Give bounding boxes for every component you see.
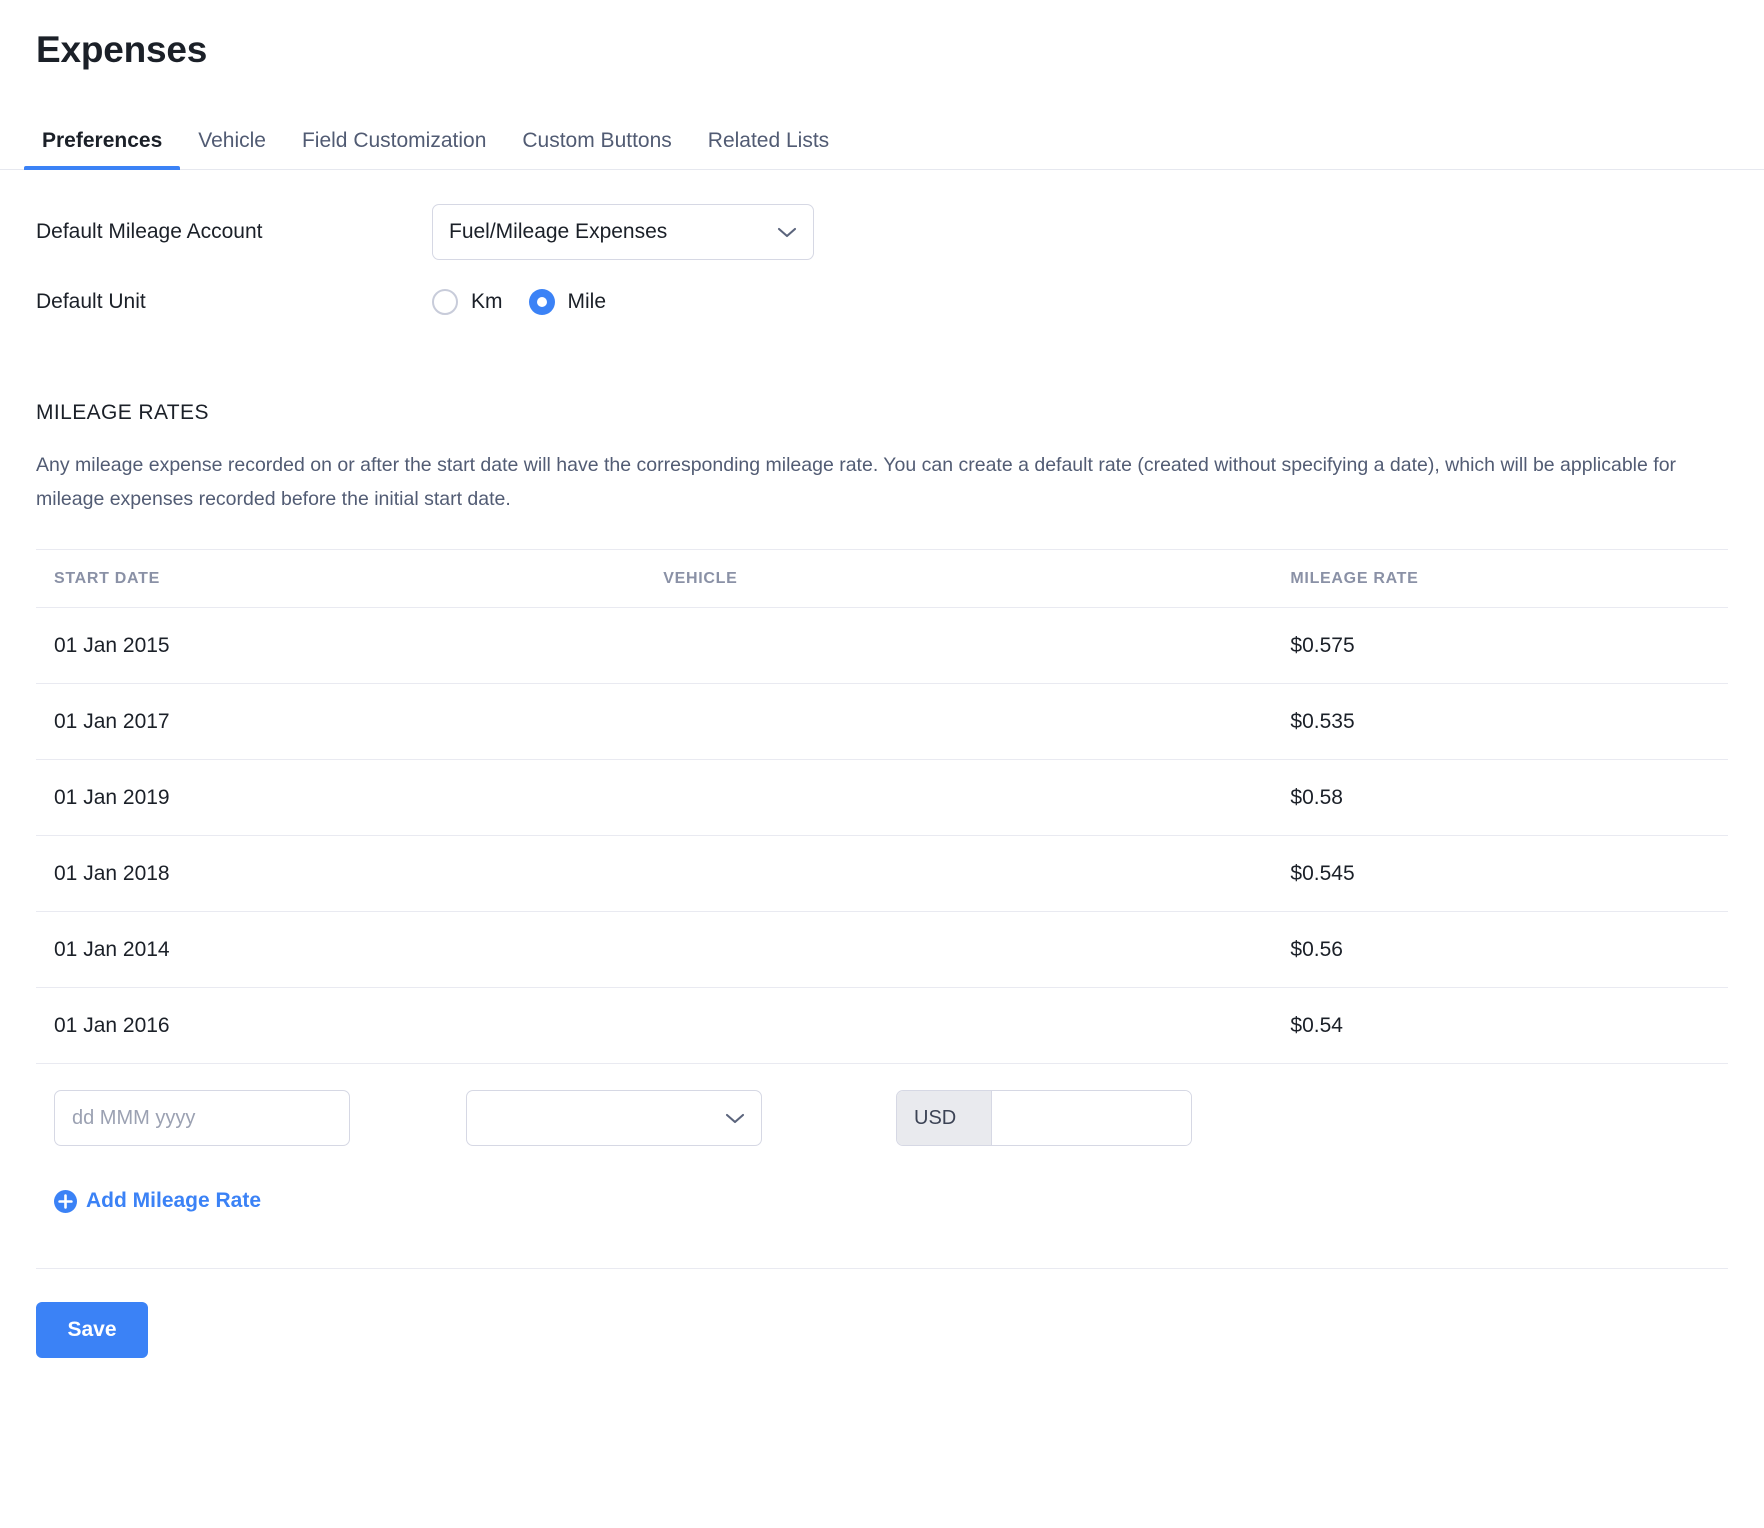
cell-vehicle: [663, 836, 1290, 912]
cell-vehicle: [663, 988, 1290, 1064]
cell-vehicle: [663, 912, 1290, 988]
tab-field-customization-label: Field Customization: [302, 129, 486, 152]
new-rate-vehicle-cell: [466, 1090, 896, 1146]
radio-option-km[interactable]: Km: [432, 289, 503, 315]
radio-mile-icon: [529, 289, 555, 315]
cell-start-date: 01 Jan 2014: [36, 912, 663, 988]
mileage-rates-table-body: 01 Jan 2015 $0.575 01 Jan 2017 $0.535 01…: [36, 608, 1728, 1064]
new-rate-amount-cell: USD: [896, 1090, 1296, 1146]
cell-mileage-rate: $0.58: [1290, 760, 1728, 836]
add-mileage-rate-link[interactable]: Add Mileage Rate: [54, 1188, 261, 1214]
mileage-rates-description: Any mileage expense recorded on or after…: [36, 448, 1726, 516]
default-mileage-account-label: Default Mileage Account: [36, 218, 432, 246]
cell-start-date: 01 Jan 2017: [36, 684, 663, 760]
add-mileage-rate-label: Add Mileage Rate: [86, 1188, 261, 1214]
radio-mile-label: Mile: [568, 289, 607, 315]
radio-km-icon: [432, 289, 458, 315]
cell-mileage-rate: $0.56: [1290, 912, 1728, 988]
column-header-start-date: START DATE: [36, 550, 663, 608]
cell-start-date: 01 Jan 2019: [36, 760, 663, 836]
chevron-down-icon: [725, 1112, 745, 1124]
start-date-input[interactable]: [54, 1090, 350, 1146]
tab-custom-buttons[interactable]: Custom Buttons: [504, 129, 689, 169]
cell-vehicle: [663, 684, 1290, 760]
footer-divider: [36, 1268, 1728, 1269]
cell-mileage-rate: $0.545: [1290, 836, 1728, 912]
column-header-vehicle: VEHICLE: [663, 550, 1290, 608]
table-row[interactable]: 01 Jan 2019 $0.58: [36, 760, 1728, 836]
table-header-row: START DATE VEHICLE MILEAGE RATE: [36, 550, 1728, 608]
table-row[interactable]: 01 Jan 2016 $0.54: [36, 988, 1728, 1064]
cell-mileage-rate: $0.535: [1290, 684, 1728, 760]
mileage-rates-heading: MILEAGE RATES: [36, 400, 1728, 426]
vehicle-select[interactable]: [466, 1090, 762, 1146]
plus-circle-icon: [54, 1190, 77, 1213]
cell-vehicle: [663, 760, 1290, 836]
cell-start-date: 01 Jan 2016: [36, 988, 663, 1064]
cell-mileage-rate: $0.54: [1290, 988, 1728, 1064]
tab-field-customization[interactable]: Field Customization: [284, 129, 504, 169]
tab-vehicle[interactable]: Vehicle: [180, 129, 284, 169]
tab-preferences[interactable]: Preferences: [24, 129, 180, 169]
currency-prefix-label: USD: [897, 1091, 992, 1145]
tab-custom-buttons-label: Custom Buttons: [522, 129, 671, 152]
expenses-settings-page: Expenses Preferences Vehicle Field Custo…: [0, 0, 1764, 1528]
radio-km-label: Km: [471, 289, 503, 315]
preferences-panel: Default Mileage Account Fuel/Mileage Exp…: [0, 204, 1764, 1358]
cell-start-date: 01 Jan 2015: [36, 608, 663, 684]
save-button[interactable]: Save: [36, 1302, 148, 1358]
table-row[interactable]: 01 Jan 2015 $0.575: [36, 608, 1728, 684]
radio-option-mile[interactable]: Mile: [529, 289, 607, 315]
mileage-rate-currency-field: USD: [896, 1090, 1192, 1146]
chevron-down-icon: [777, 226, 797, 238]
default-unit-row: Default Unit Km Mile: [36, 277, 1728, 327]
table-row[interactable]: 01 Jan 2014 $0.56: [36, 912, 1728, 988]
new-mileage-rate-row: USD: [36, 1090, 1728, 1146]
cell-mileage-rate: $0.575: [1290, 608, 1728, 684]
default-mileage-account-select[interactable]: Fuel/Mileage Expenses: [432, 204, 814, 260]
cell-vehicle: [663, 608, 1290, 684]
mileage-rate-input[interactable]: [992, 1091, 1191, 1145]
tab-vehicle-label: Vehicle: [198, 129, 266, 152]
default-mileage-account-row: Default Mileage Account Fuel/Mileage Exp…: [36, 204, 1728, 260]
column-header-mileage-rate: MILEAGE RATE: [1290, 550, 1728, 608]
cell-start-date: 01 Jan 2018: [36, 836, 663, 912]
default-mileage-account-value: Fuel/Mileage Expenses: [449, 219, 777, 245]
default-unit-label: Default Unit: [36, 288, 432, 316]
new-rate-date-cell: [36, 1090, 466, 1146]
tab-preferences-label: Preferences: [42, 129, 162, 152]
table-row[interactable]: 01 Jan 2018 $0.545: [36, 836, 1728, 912]
default-unit-radio-group: Km Mile: [432, 289, 606, 315]
table-row[interactable]: 01 Jan 2017 $0.535: [36, 684, 1728, 760]
mileage-rates-table-head: START DATE VEHICLE MILEAGE RATE: [36, 550, 1728, 608]
tab-related-lists-label: Related Lists: [708, 129, 829, 152]
page-title: Expenses: [0, 0, 1764, 78]
tab-bar: Preferences Vehicle Field Customization …: [0, 112, 1764, 170]
mileage-rates-table: START DATE VEHICLE MILEAGE RATE 01 Jan 2…: [36, 549, 1728, 1064]
tab-related-lists[interactable]: Related Lists: [690, 129, 847, 169]
